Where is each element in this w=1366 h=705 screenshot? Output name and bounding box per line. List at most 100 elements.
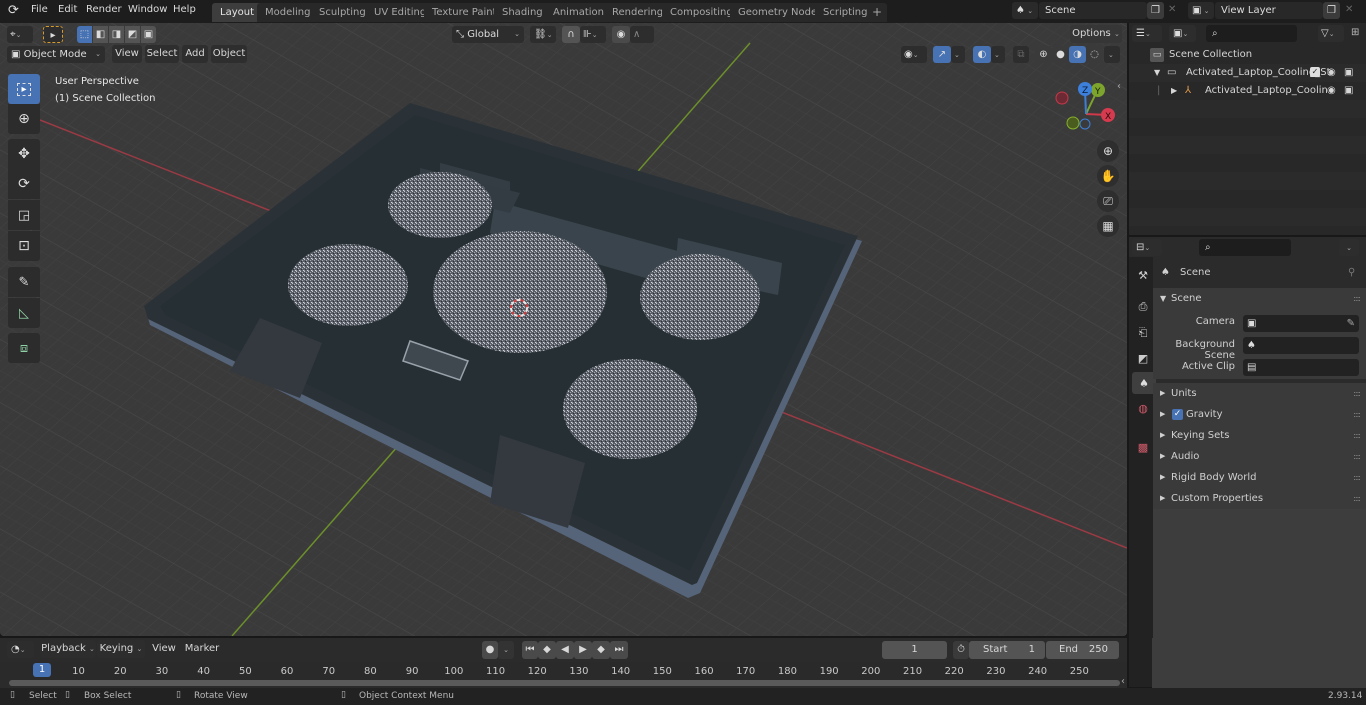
panel-keying-sets[interactable]: ▶ Keying Sets:::: [1153, 425, 1366, 446]
output-icon[interactable]: ⎗ [1132, 322, 1154, 344]
play-reverse-icon[interactable]: ◀ [556, 641, 574, 659]
expand-arrow-icon[interactable]: ▼ [1154, 64, 1160, 82]
play-icon[interactable]: ▶ [574, 641, 592, 659]
annotate-tool[interactable]: ✎ [8, 267, 40, 297]
timeline-sidebar-toggle-icon[interactable]: ‹ [1121, 676, 1125, 687]
expand-arrow-icon[interactable]: ▶ [1171, 82, 1177, 100]
options-dropdown[interactable]: Options ⌄ [1070, 25, 1122, 43]
jump-start-icon[interactable]: ⏮ [522, 641, 538, 659]
wireframe-shading-icon[interactable]: ⊕ [1035, 46, 1052, 63]
auto-keying-dropdown[interactable]: ⌄ [498, 641, 514, 659]
world-icon[interactable]: ◍ [1132, 397, 1154, 419]
filter-dropdown[interactable]: ▽⌄ [1318, 25, 1344, 42]
view-layer-icon[interactable]: ◩ [1132, 347, 1154, 369]
tab-animation[interactable]: Animation [545, 3, 612, 22]
next-keyframe-icon[interactable]: ◆ [592, 641, 610, 659]
editor-type-button[interactable]: ⌖⌄ [7, 26, 33, 43]
delete-view-layer-icon[interactable]: ✕ [1345, 4, 1353, 15]
current-frame-field[interactable]: 1 [882, 641, 947, 659]
delete-scene-icon[interactable]: ✕ [1168, 4, 1176, 15]
transform-tool[interactable]: ⊡ [8, 231, 40, 261]
render-icon[interactable]: ⎙ [1132, 296, 1154, 318]
outliner-row-collection[interactable]: ▼ ▭ Activated_Laptop_Cooling_St ✓ ◉ ▣ [1129, 64, 1366, 82]
scene-name-field[interactable]: Scene [1039, 2, 1147, 19]
perspective-grid-icon[interactable]: ▦ [1097, 215, 1119, 237]
tool-icon[interactable]: ⚒ [1132, 264, 1154, 286]
panel-gravity[interactable]: ▶ ✓ Gravity:::: [1153, 404, 1366, 425]
render-camera-icon[interactable]: ▣ [1344, 82, 1353, 100]
tab-shading[interactable]: Shading [494, 3, 551, 22]
playhead[interactable]: 1 [33, 663, 51, 677]
rotate-tool[interactable]: ⟳ [8, 169, 40, 199]
eye-icon[interactable]: ◉ [1327, 64, 1336, 82]
camera-field[interactable]: ▣ ✎ [1243, 315, 1359, 332]
camera-icon[interactable]: ⎚ [1097, 190, 1119, 212]
menu-view[interactable]: View [112, 45, 142, 63]
rendered-shading-icon[interactable]: ◌ [1086, 46, 1103, 63]
properties-editor-type-button[interactable]: ⊟⌄ [1132, 239, 1162, 256]
timeline-editor-type-button[interactable]: ◔⌄ [7, 641, 34, 658]
texture-icon[interactable]: ▩ [1132, 436, 1154, 458]
tab-modeling[interactable]: Modeling [257, 3, 319, 22]
overlay-dropdown[interactable]: ⌄ [991, 46, 1005, 63]
timeline-scrollbar[interactable] [9, 680, 1120, 686]
panel-scene-header[interactable]: ▼ Scene :::: [1153, 288, 1366, 309]
panel-rigid-body-world[interactable]: ▶ Rigid Body World:::: [1153, 467, 1366, 488]
object-mode-dropdown[interactable]: ▣ Object Mode ⌄ [7, 46, 105, 63]
tab-texture-paint[interactable]: Texture Paint [424, 3, 505, 22]
add-workspace-button[interactable]: + [867, 3, 888, 22]
menu-render[interactable]: Render [86, 4, 122, 15]
render-camera-icon[interactable]: ▣ [1344, 64, 1353, 82]
cursor-tool[interactable]: ⊕ [8, 104, 40, 134]
view-layer-browse-button[interactable]: ▣ ⌄ [1188, 2, 1214, 19]
tab-layout[interactable]: Layout [212, 3, 262, 22]
outliner-search-input[interactable]: ⌕ [1206, 25, 1297, 42]
tab-sculpting[interactable]: Sculpting [311, 3, 374, 22]
add-cube-tool[interactable]: ⧈ [8, 333, 40, 363]
select-box-tool[interactable]: ▸ [8, 74, 40, 104]
menu-add[interactable]: Add [182, 45, 208, 63]
active-clip-field[interactable]: ▤ [1243, 359, 1359, 376]
panel-custom-properties[interactable]: ▶ Custom Properties:::: [1153, 488, 1366, 509]
drag-handle-icon[interactable]: :::: [1353, 488, 1361, 509]
select-intersect-icon[interactable]: ▣ [141, 26, 156, 43]
scale-tool[interactable]: ◲ [8, 200, 40, 230]
zoom-icon[interactable]: ⊕ [1097, 140, 1119, 162]
background-scene-field[interactable]: ♠ [1243, 337, 1359, 354]
drag-handle-icon[interactable]: :::: [1353, 446, 1361, 467]
blender-logo-icon[interactable]: ⟳ [8, 3, 19, 18]
panel-units[interactable]: ▶ Units:::: [1153, 383, 1366, 404]
drag-handle-icon[interactable]: :::: [1353, 288, 1361, 309]
select-new-icon[interactable]: ⬚ [77, 26, 92, 43]
select-extend-icon[interactable]: ◧ [93, 26, 108, 43]
stopwatch-icon[interactable]: ⏱ [953, 641, 969, 659]
auto-keying-toggle[interactable]: ● [482, 641, 498, 659]
drag-handle-icon[interactable]: :::: [1353, 467, 1361, 488]
pivot-point-dropdown[interactable]: ⛓⌄ [530, 26, 556, 43]
prev-keyframe-icon[interactable]: ◆ [538, 641, 556, 659]
eye-icon[interactable]: ◉ [1327, 82, 1336, 100]
select-subtract-icon[interactable]: ◨ [109, 26, 124, 43]
solid-shading-icon[interactable]: ● [1052, 46, 1069, 63]
exclude-checkbox[interactable]: ✓ [1310, 67, 1320, 77]
display-mode-dropdown[interactable]: ▣⌄ [1169, 25, 1196, 42]
tweak-tool-icon[interactable]: ▸ [43, 26, 63, 43]
gravity-checkbox[interactable]: ✓ [1172, 409, 1183, 420]
measure-tool[interactable]: ◺ [8, 298, 40, 328]
menu-edit[interactable]: Edit [58, 4, 77, 15]
pin-icon[interactable]: ⚲ [1348, 262, 1355, 284]
menu-select[interactable]: Select [145, 45, 179, 63]
menu-file[interactable]: File [31, 4, 48, 15]
end-frame-field[interactable]: End 250 [1046, 641, 1119, 659]
menu-marker[interactable]: Marker [184, 640, 220, 658]
menu-window[interactable]: Window [128, 4, 167, 15]
shading-dropdown[interactable]: ⌄ [1104, 46, 1120, 63]
snap-target-dropdown[interactable]: ⊪⌄ [580, 26, 606, 43]
properties-search-input[interactable]: ⌕ [1199, 239, 1291, 256]
menu-object[interactable]: Object [211, 45, 247, 63]
transform-orientation-dropdown[interactable]: ⤡ Global ⌄ [452, 26, 524, 43]
panel-audio[interactable]: ▶ Audio:::: [1153, 446, 1366, 467]
jump-end-icon[interactable]: ⏭ [610, 641, 628, 659]
scene-browse-button[interactable]: ♠ ⌄ [1012, 2, 1038, 19]
move-tool[interactable]: ✥ [8, 139, 40, 169]
